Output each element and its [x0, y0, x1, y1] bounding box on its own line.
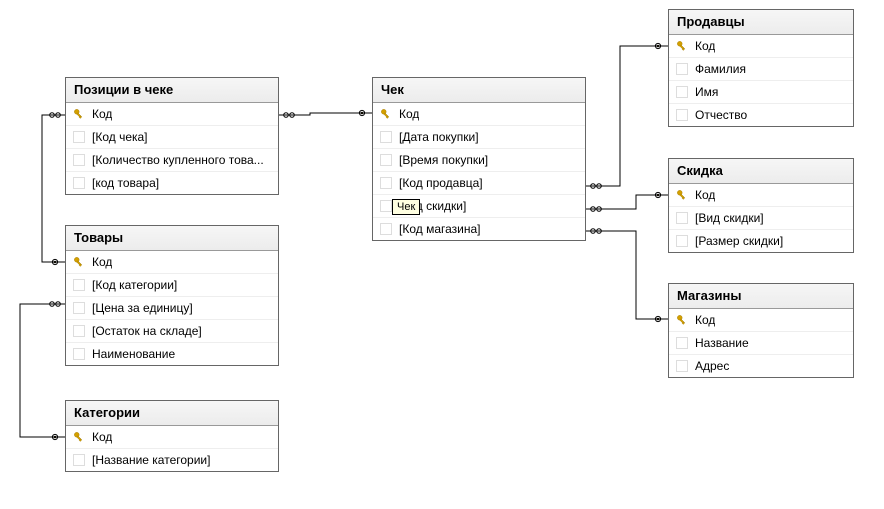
field-row[interactable]: Код: [66, 251, 278, 274]
field-label: Код: [695, 38, 715, 54]
field-row[interactable]: [Название категории]: [66, 449, 278, 471]
field-label: [Остаток на складе]: [92, 323, 202, 339]
field-row[interactable]: [Код продавца]: [373, 172, 585, 195]
field-label: [Код чека]: [92, 129, 148, 145]
field-row[interactable]: Код: [669, 309, 853, 332]
field-label: Код: [399, 106, 419, 122]
field-icon: [72, 301, 86, 315]
field-label: [Вид скидки]: [695, 210, 764, 226]
field-row[interactable]: [Количество купленного това...: [66, 149, 278, 172]
field-label: Отчество: [695, 107, 747, 123]
field-row[interactable]: Название: [669, 332, 853, 355]
field-icon: [72, 176, 86, 190]
field-label: Код: [695, 187, 715, 203]
field-label: [Код продавца]: [399, 175, 483, 191]
field-row[interactable]: Имя: [669, 81, 853, 104]
field-label: [Код магазина]: [399, 221, 481, 237]
field-row[interactable]: [Остаток на складе]: [66, 320, 278, 343]
entity-stores[interactable]: Магазины Код Название Адрес: [668, 283, 854, 378]
field-label: Фамилия: [695, 61, 746, 77]
field-row[interactable]: [Время покупки]: [373, 149, 585, 172]
key-icon: [379, 107, 393, 121]
field-label: Название: [695, 335, 749, 351]
field-icon: [72, 324, 86, 338]
field-row[interactable]: [Размер скидки]: [669, 230, 853, 252]
field-label: Код: [92, 106, 112, 122]
field-icon: [379, 130, 393, 144]
field-row[interactable]: Отчество: [669, 104, 853, 126]
field-label: [Размер скидки]: [695, 233, 783, 249]
field-row[interactable]: Код: [66, 103, 278, 126]
entity-sellers[interactable]: Продавцы Код Фамилия Имя Отчество: [668, 9, 854, 127]
field-label: [Количество купленного това...: [92, 152, 264, 168]
field-label: [Цена за единицу]: [92, 300, 193, 316]
field-icon: [675, 211, 689, 225]
entity-categories[interactable]: Категории Код [Название категории]: [65, 400, 279, 472]
entity-discount[interactable]: Скидка Код [Вид скидки] [Размер скидки]: [668, 158, 854, 253]
entity-title[interactable]: Скидка: [669, 159, 853, 184]
field-icon: [379, 176, 393, 190]
field-row[interactable]: Код: [66, 426, 278, 449]
field-label: Наименование: [92, 346, 175, 362]
key-icon: [675, 313, 689, 327]
field-label: [Код категории]: [92, 277, 177, 293]
field-row[interactable]: [Код категории]: [66, 274, 278, 297]
field-row[interactable]: Код: [373, 103, 585, 126]
field-label: Код: [92, 429, 112, 445]
entity-check[interactable]: Чек Код [Дата покупки] [Время покупки] [Код…: [372, 77, 586, 241]
field-row[interactable]: [код товара]: [66, 172, 278, 194]
field-label: [Время покупки]: [399, 152, 488, 168]
key-icon: [72, 107, 86, 121]
field-icon: [675, 62, 689, 76]
field-icon: [72, 130, 86, 144]
entity-title[interactable]: Чек: [373, 78, 585, 103]
field-icon: [72, 453, 86, 467]
key-icon: [675, 188, 689, 202]
field-row[interactable]: Наименование: [66, 343, 278, 365]
entity-goods[interactable]: Товары Код [Код категории] [Цена за единиц…: [65, 225, 279, 366]
field-icon: [675, 359, 689, 373]
key-icon: [72, 430, 86, 444]
entity-title[interactable]: Позиции в чеке: [66, 78, 278, 103]
field-row[interactable]: Фамилия: [669, 58, 853, 81]
field-row[interactable]: [Код магазина]: [373, 218, 585, 240]
entity-title[interactable]: Магазины: [669, 284, 853, 309]
entity-title[interactable]: Категории: [66, 401, 278, 426]
entity-positions[interactable]: Позиции в чеке Код [Код чека] [Количество …: [65, 77, 279, 195]
field-icon: [675, 234, 689, 248]
field-label: Код: [695, 312, 715, 328]
field-icon: [675, 85, 689, 99]
field-row[interactable]: [Дата покупки]: [373, 126, 585, 149]
field-icon: [72, 153, 86, 167]
field-label: Код: [92, 254, 112, 270]
field-row[interactable]: Код: [669, 35, 853, 58]
field-icon: [72, 278, 86, 292]
field-icon: [379, 222, 393, 236]
field-row[interactable]: [Код чека]: [66, 126, 278, 149]
field-row[interactable]: [Вид скидки]: [669, 207, 853, 230]
field-row[interactable]: [Цена за единицу]: [66, 297, 278, 320]
field-label: Имя: [695, 84, 718, 100]
key-icon: [72, 255, 86, 269]
field-icon: [379, 153, 393, 167]
field-icon: [675, 108, 689, 122]
field-label: [код товара]: [92, 175, 159, 191]
field-label: [Название категории]: [92, 452, 210, 468]
field-row[interactable]: Код: [669, 184, 853, 207]
field-icon: [72, 347, 86, 361]
entity-title[interactable]: Продавцы: [669, 10, 853, 35]
key-icon: [675, 39, 689, 53]
field-label: [Дата покупки]: [399, 129, 479, 145]
field-row[interactable]: Адрес: [669, 355, 853, 377]
diagram-canvas[interactable]: Позиции в чеке Код [Код чека] [Количество …: [0, 0, 884, 509]
field-label: Адрес: [695, 358, 729, 374]
field-icon: [379, 199, 393, 213]
tooltip: Чек: [392, 199, 420, 215]
tooltip-text: Чек: [397, 201, 415, 213]
field-icon: [675, 336, 689, 350]
entity-title[interactable]: Товары: [66, 226, 278, 251]
